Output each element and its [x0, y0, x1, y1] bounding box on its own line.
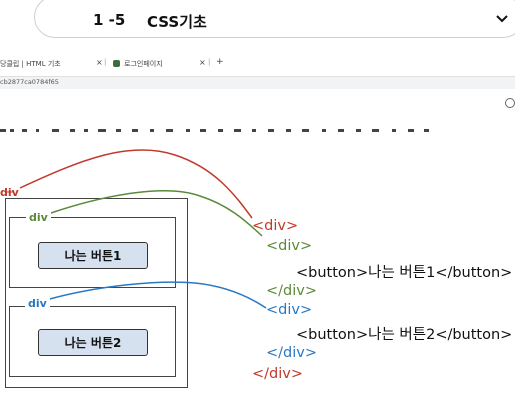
browser-tab-bar: 당클립 | HTML 기초 × | 로그인페이지 × | +	[0, 57, 515, 72]
lesson-header: 1 -5 CSS기초	[0, 0, 515, 40]
url-text: cb2877ca0784f65	[0, 78, 59, 86]
browser-tab-login[interactable]: 로그인페이지	[124, 59, 163, 69]
button-1[interactable]: 나는 버튼1	[38, 242, 148, 269]
tab-divider: |	[104, 58, 107, 66]
code-line-outer-open: <div>	[252, 218, 299, 234]
inner-div-label-1: div	[26, 211, 51, 224]
outer-div-label: div	[0, 186, 19, 199]
code-line-div1-open: <div>	[266, 238, 313, 254]
code-line-button2: <button>나는 버튼2</button>	[296, 327, 513, 343]
code-line-div2-close: </div>	[266, 345, 317, 361]
browser-tab-html[interactable]: 당클립 | HTML 기초	[0, 59, 61, 69]
lesson-title: CSS기초	[147, 13, 207, 31]
code-line-button1: <button>나는 버튼1</button>	[296, 265, 513, 281]
code-line-div2-open: <div>	[266, 302, 313, 318]
tab-close-icon[interactable]: ×	[199, 58, 206, 67]
address-bar[interactable]: cb2877ca0784f65	[0, 76, 515, 89]
code-line-outer-close: </div>	[252, 366, 303, 382]
code-line-div1-close: </div>	[266, 283, 317, 299]
chevron-down-icon[interactable]	[495, 12, 509, 26]
clipped-text-line	[0, 121, 440, 133]
search-icon[interactable]	[505, 98, 515, 108]
inner-div-label-2: div	[25, 297, 50, 310]
tab-close-icon[interactable]: ×	[96, 58, 103, 67]
lesson-number: 1 -5	[93, 11, 126, 29]
tab-divider: |	[208, 58, 211, 66]
page-favicon-icon	[113, 60, 120, 67]
button-2[interactable]: 나는 버튼2	[38, 329, 148, 356]
new-tab-button[interactable]: +	[216, 57, 224, 67]
